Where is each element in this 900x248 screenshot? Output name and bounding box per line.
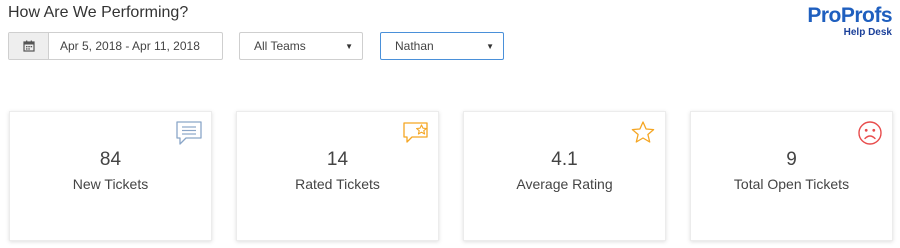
team-select[interactable]: All Teams ▼: [239, 32, 363, 60]
dropdown-arrow-icon: ▼: [486, 42, 494, 51]
logo-brand: ProProfs: [807, 4, 892, 27]
date-picker-button[interactable]: [9, 33, 49, 59]
stat-label: Rated Tickets: [295, 176, 380, 192]
rated-chat-star-icon: [403, 122, 428, 143]
dropdown-arrow-icon: ▼: [345, 42, 353, 51]
stat-card-average-rating: 4.1 Average Rating: [463, 111, 666, 241]
team-select-value: All Teams: [254, 39, 306, 53]
stat-value: 9: [786, 149, 797, 170]
stat-value: 84: [99, 149, 122, 170]
date-range-picker[interactable]: Apr 5, 2018 - Apr 11, 2018: [8, 32, 223, 60]
stat-label: Average Rating: [516, 176, 613, 192]
agent-select[interactable]: Nathan ▼: [380, 32, 504, 60]
date-range-value[interactable]: Apr 5, 2018 - Apr 11, 2018: [49, 33, 222, 59]
agent-select-value: Nathan: [395, 39, 434, 53]
stat-card-new-tickets: 84 New Tickets: [9, 111, 212, 241]
logo-product: Help Desk: [843, 27, 892, 38]
star-icon: [631, 121, 655, 143]
proprofs-logo: ProProfs Help Desk: [792, 5, 892, 41]
stat-value: 14: [326, 149, 349, 170]
stat-label: Total Open Tickets: [733, 176, 850, 192]
chat-bubble-icon: [176, 121, 202, 145]
calendar-icon: [22, 40, 35, 52]
stat-label: New Tickets: [72, 176, 149, 192]
stat-card-rated-tickets: 14 Rated Tickets: [236, 111, 439, 241]
page-title: How Are We Performing?: [8, 4, 189, 21]
stat-card-total-open-tickets: 9 Total Open Tickets: [690, 111, 893, 241]
stat-value: 4.1: [551, 149, 578, 170]
sad-face-icon: [858, 121, 882, 145]
